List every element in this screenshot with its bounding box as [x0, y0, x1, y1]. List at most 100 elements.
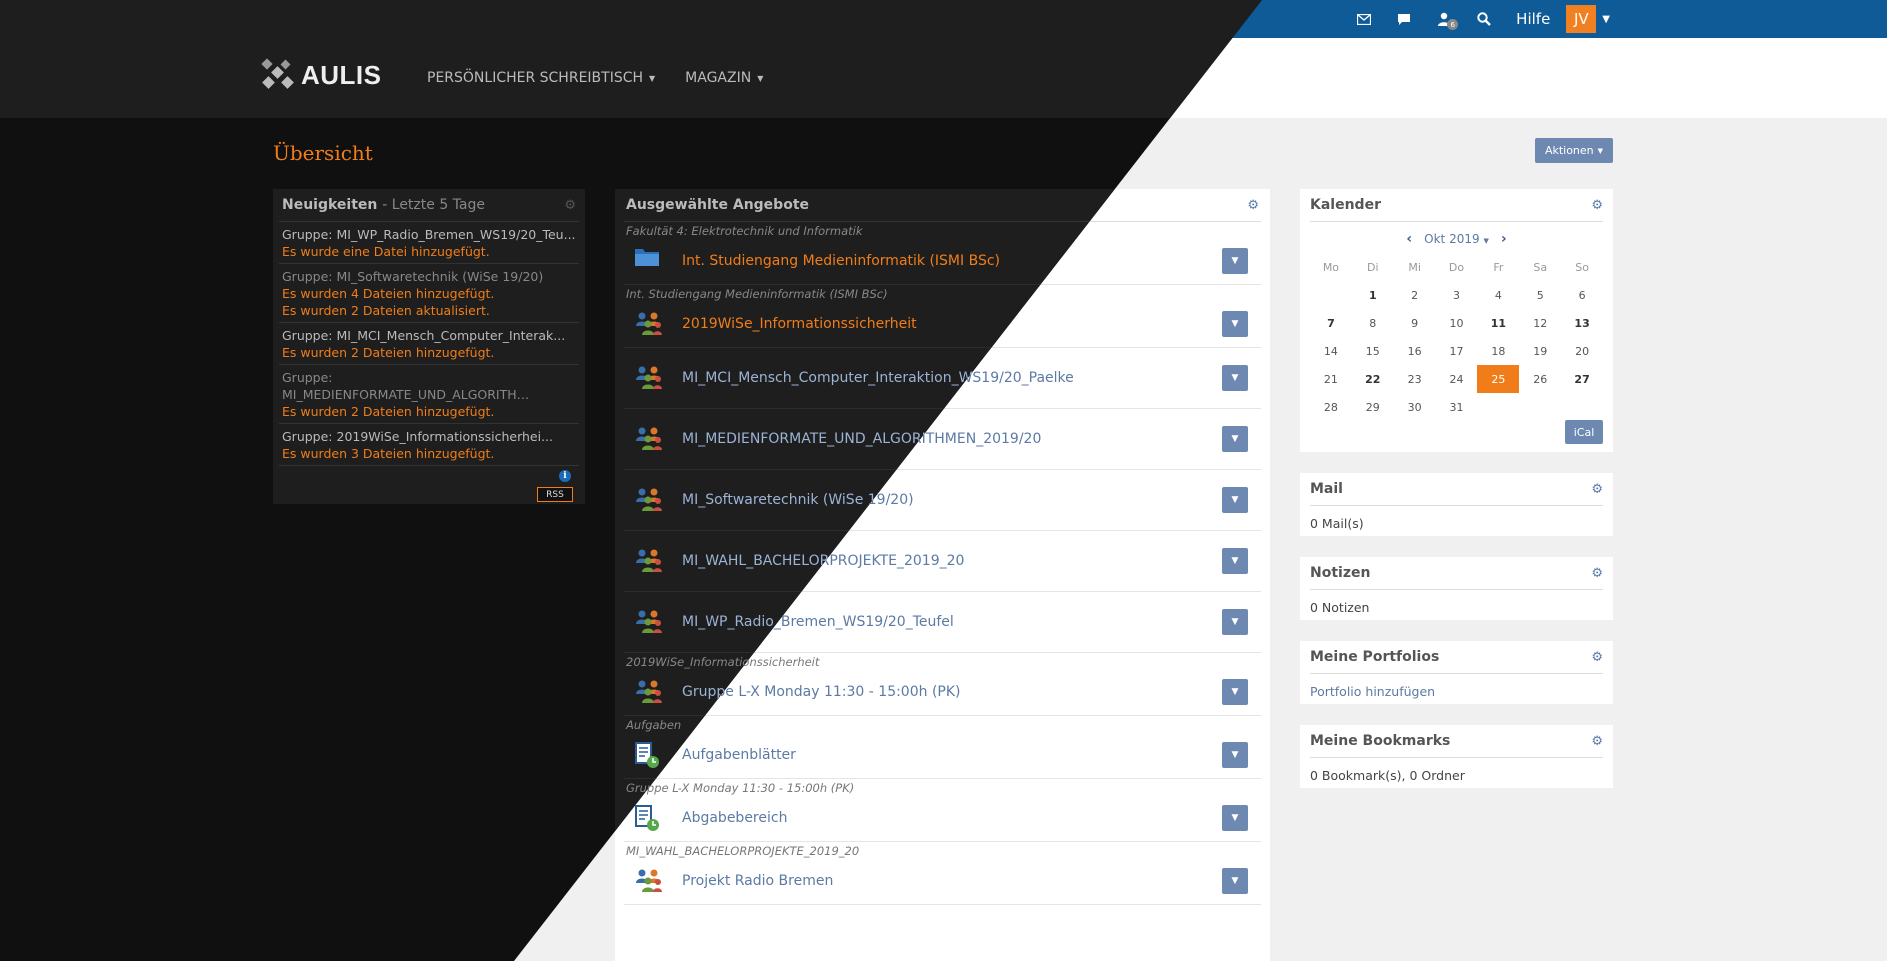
info-icon[interactable]: i: [559, 470, 571, 482]
news-item[interactable]: Gruppe: MI_MCI_Mensch_Computer_Interak..…: [279, 323, 579, 365]
news-action[interactable]: Es wurden 2 Dateien aktualisiert.: [282, 302, 576, 319]
item-title[interactable]: Projekt Radio Bremen: [682, 873, 833, 889]
item-actions-dropdown[interactable]: ▼: [1222, 679, 1248, 705]
item-title[interactable]: Aufgabenblätter: [682, 747, 796, 763]
calendar-day[interactable]: 25: [1477, 365, 1520, 393]
news-item[interactable]: Gruppe: 2019WiSe_Informationssicherhei..…: [279, 424, 579, 466]
category-label: Gruppe L-X Monday 11:30 - 15:00h (PK): [626, 781, 855, 795]
calendar-day[interactable]: 10: [1436, 309, 1478, 337]
news-subtitle: - Letzte 5 Tage: [382, 197, 485, 213]
brand-logo[interactable]: AULIS: [261, 58, 382, 92]
item-actions-dropdown[interactable]: ▼: [1222, 868, 1248, 894]
calendar-day[interactable]: 3: [1436, 281, 1478, 309]
news-action[interactable]: Es wurden 4 Dateien hinzugefügt.: [282, 285, 576, 302]
calendar-day[interactable]: 12: [1519, 309, 1561, 337]
item-title[interactable]: Abgabebereich: [682, 810, 787, 826]
calendar-day[interactable]: 19: [1519, 337, 1561, 365]
group-icon: [634, 364, 664, 392]
caret-down-icon: ▼: [649, 73, 656, 83]
news-item[interactable]: Gruppe: MI_Softwaretechnik (WiSe 19/20) …: [279, 264, 579, 323]
calendar-day[interactable]: 4: [1477, 281, 1519, 309]
month-select[interactable]: Okt 2019 ▼: [1424, 232, 1489, 246]
avatar[interactable]: JV: [1566, 5, 1597, 33]
item-title[interactable]: 2019WiSe_Informationssicherheit: [682, 316, 917, 332]
news-header: Neuigkeiten - Letzte 5 Tage ⚙: [279, 189, 579, 222]
news-action[interactable]: Es wurde eine Datei hinzugefügt.: [282, 243, 576, 260]
chevron-left-icon[interactable]: ‹: [1406, 231, 1412, 247]
item-actions-dropdown[interactable]: ▼: [1222, 426, 1248, 452]
calendar-day[interactable]: 31: [1436, 393, 1478, 421]
calendar-day[interactable]: 7: [1310, 309, 1352, 337]
bookmarks-count[interactable]: 0 Bookmark(s), 0 Ordner: [1310, 758, 1603, 793]
calendar-day[interactable]: 6: [1561, 281, 1603, 309]
nav-personal-desk[interactable]: PERSÖNLICHER SCHREIBTISCH ▼: [427, 70, 655, 86]
help-link[interactable]: Hilfe: [1504, 10, 1562, 28]
item-actions-dropdown[interactable]: ▼: [1222, 742, 1248, 768]
calendar-day[interactable]: 11: [1477, 309, 1519, 337]
calendar-empty-cell: [1310, 281, 1352, 309]
calendar-day[interactable]: 23: [1394, 365, 1436, 393]
calendar-day[interactable]: 15: [1352, 337, 1394, 365]
calendar-day[interactable]: 8: [1352, 309, 1394, 337]
users-icon[interactable]: 6: [1424, 0, 1464, 38]
actions-button[interactable]: Aktionen▼: [1535, 138, 1613, 163]
item-title[interactable]: Int. Studiengang Medieninformatik (ISMI …: [682, 253, 1000, 269]
bookmarks-panel: Meine Bookmarks⚙ 0 Bookmark(s), 0 Ordner: [1300, 725, 1613, 788]
news-action[interactable]: Es wurden 2 Dateien hinzugefügt.: [282, 403, 576, 420]
rss-button[interactable]: RSS: [537, 487, 573, 502]
news-item[interactable]: Gruppe: MI_MEDIENFORMATE_UND_ALGORITHM..…: [279, 365, 579, 424]
calendar-day[interactable]: 28: [1310, 393, 1352, 421]
calendar-day[interactable]: 20: [1561, 337, 1603, 365]
chevron-down-icon[interactable]: ▼: [1602, 14, 1610, 25]
chevron-right-icon[interactable]: ›: [1501, 231, 1507, 247]
news-footer: i RSS: [279, 466, 579, 506]
gear-icon[interactable]: ⚙: [1591, 734, 1603, 749]
calendar-day[interactable]: 5: [1519, 281, 1561, 309]
search-icon[interactable]: [1464, 0, 1504, 38]
calendar-day[interactable]: 24: [1436, 365, 1478, 393]
news-action[interactable]: Es wurden 2 Dateien hinzugefügt.: [282, 344, 576, 361]
mail-title: Mail: [1310, 481, 1343, 497]
calendar-day[interactable]: 17: [1436, 337, 1478, 365]
gear-icon[interactable]: ⚙: [564, 198, 576, 213]
news-item[interactable]: Gruppe: MI_WP_Radio_Bremen_WS19/20_Teu..…: [279, 222, 579, 264]
item-actions-dropdown[interactable]: ▼: [1222, 487, 1248, 513]
item-actions-dropdown[interactable]: ▼: [1222, 248, 1248, 274]
item-actions-dropdown[interactable]: ▼: [1222, 609, 1248, 635]
list-item[interactable]: Aufgabenblätter ▼: [624, 732, 1261, 779]
gear-icon[interactable]: ⚙: [1591, 566, 1603, 581]
calendar-day[interactable]: 30: [1394, 393, 1436, 421]
chat-icon[interactable]: [1384, 0, 1424, 38]
gear-icon[interactable]: ⚙: [1591, 650, 1603, 665]
item-actions-dropdown[interactable]: ▼: [1222, 548, 1248, 574]
gear-icon[interactable]: ⚙: [1591, 482, 1603, 497]
mail-icon[interactable]: [1344, 0, 1384, 38]
gear-icon[interactable]: ⚙: [1591, 198, 1603, 213]
calendar-day[interactable]: 22: [1352, 365, 1394, 393]
ical-button[interactable]: iCal: [1565, 420, 1603, 444]
calendar-day[interactable]: 16: [1394, 337, 1436, 365]
calendar-day[interactable]: 29: [1352, 393, 1394, 421]
calendar-day[interactable]: 27: [1561, 365, 1603, 393]
calendar-day[interactable]: 18: [1477, 337, 1519, 365]
list-item[interactable]: Projekt Radio Bremen ▼: [624, 858, 1261, 905]
item-actions-dropdown[interactable]: ▼: [1222, 311, 1248, 337]
calendar-day[interactable]: 21: [1310, 365, 1352, 393]
item-actions-dropdown[interactable]: ▼: [1222, 805, 1248, 831]
news-action[interactable]: Es wurden 3 Dateien hinzugefügt.: [282, 445, 576, 462]
weekday-header: So: [1575, 260, 1589, 274]
list-item[interactable]: Abgabebereich ▼: [624, 795, 1261, 842]
notes-count[interactable]: 0 Notizen: [1310, 590, 1603, 625]
calendar-day[interactable]: 14: [1310, 337, 1352, 365]
gear-icon[interactable]: ⚙: [1247, 198, 1259, 213]
calendar-day[interactable]: 26: [1519, 365, 1561, 393]
nav-magazin[interactable]: MAGAZIN ▼: [685, 70, 763, 86]
calendar-day[interactable]: 9: [1394, 309, 1436, 337]
weekday-header: Sa: [1533, 260, 1548, 274]
calendar-day[interactable]: 13: [1561, 309, 1603, 337]
add-portfolio-link[interactable]: Portfolio hinzufügen: [1310, 674, 1603, 709]
mail-count[interactable]: 0 Mail(s): [1310, 506, 1603, 541]
item-actions-dropdown[interactable]: ▼: [1222, 365, 1248, 391]
calendar-day[interactable]: 2: [1394, 281, 1436, 309]
calendar-day[interactable]: 1: [1352, 281, 1394, 309]
